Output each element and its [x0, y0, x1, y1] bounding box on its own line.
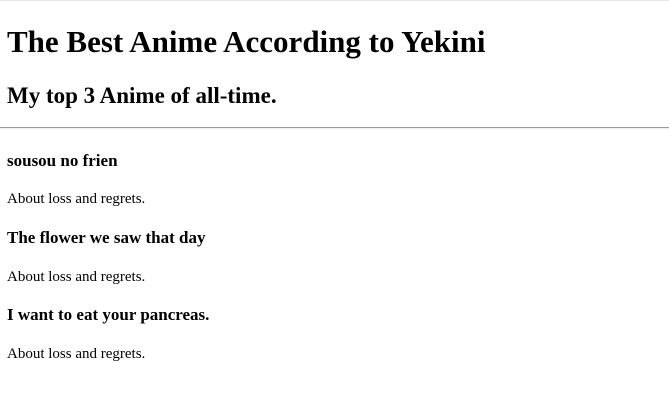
anime-title: The flower we saw that day: [7, 228, 206, 247]
page-subtitle: My top 3 Anime of all-time.: [7, 83, 277, 108]
page-title: The Best Anime According to Yekini: [7, 24, 486, 59]
anime-description: About loss and regrets.: [7, 269, 146, 285]
anime-title: I want to eat your pancreas.: [7, 305, 210, 324]
anime-description: About loss and regrets.: [7, 191, 146, 207]
anime-title: sousou no frien: [7, 151, 118, 170]
anime-description: About loss and regrets.: [7, 346, 146, 362]
divider: [0, 127, 669, 129]
